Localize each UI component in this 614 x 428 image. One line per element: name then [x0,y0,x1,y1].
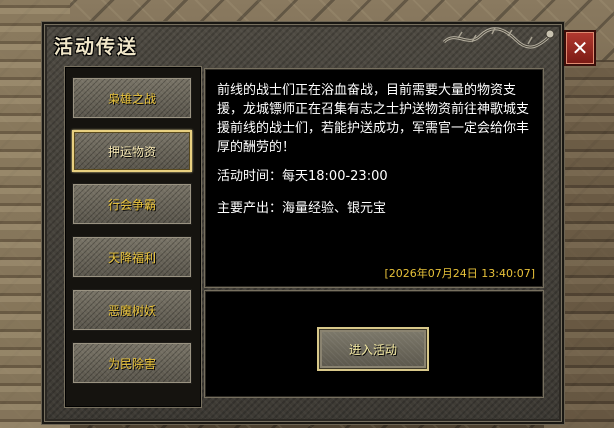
menu-item-label: 行会争霸 [107,197,156,212]
menu-item-label: 恶魔树妖 [107,303,156,318]
event-rewards: 主要产出：海量经验、银元宝 [217,201,387,216]
event-description: 前线的战士们正在浴血奋战，目前需要大量的物资支援，龙城镖师正在召集有志之士护送物… [217,83,530,155]
server-timestamp: [2026年07月24日 13:40:07] [384,267,535,280]
menu-item-sky-welfare[interactable]: 天降福利 [72,236,192,278]
menu-item-escort-supplies[interactable]: 押运物资 [72,130,192,172]
game-scene: 活动传送 枭雄之战 押运物资 行会争霸 天降福利 恶魔树妖 为民除害 前线的战士… [0,0,614,428]
menu-item-label: 为民除害 [107,356,156,371]
menu-item-guild-war[interactable]: 行会争霸 [72,183,192,225]
menu-item-label: 天降福利 [107,250,156,265]
menu-item-xiaoxiong[interactable]: 枭雄之战 [72,77,192,119]
close-button[interactable]: ✕ [564,30,596,66]
menu-item-label: 押运物资 [107,144,156,159]
menu-item-label: 枭雄之战 [107,91,156,106]
action-box: 进入活动 [204,290,544,398]
event-teleport-panel: 活动传送 枭雄之战 押运物资 行会争霸 天降福利 恶魔树妖 为民除害 前线的战士… [42,22,564,424]
panel-title: 活动传送 [54,36,139,58]
menu-item-eliminate-evil[interactable]: 为民除害 [72,342,192,384]
menu-item-demon-tree[interactable]: 恶魔树妖 [72,289,192,331]
event-time: 活动时间：每天18:00-23:00 [217,169,388,184]
dragon-ornament-icon [442,27,555,49]
event-description-box: 前线的战士们正在浴血奋战，目前需要大量的物资支援，龙城镖师正在召集有志之士护送物… [204,68,544,288]
title-bar[interactable]: 活动传送 [44,24,562,64]
event-menu: 枭雄之战 押运物资 行会争霸 天降福利 恶魔树妖 为民除害 [64,66,202,408]
enter-event-button[interactable]: 进入活动 [317,327,429,371]
